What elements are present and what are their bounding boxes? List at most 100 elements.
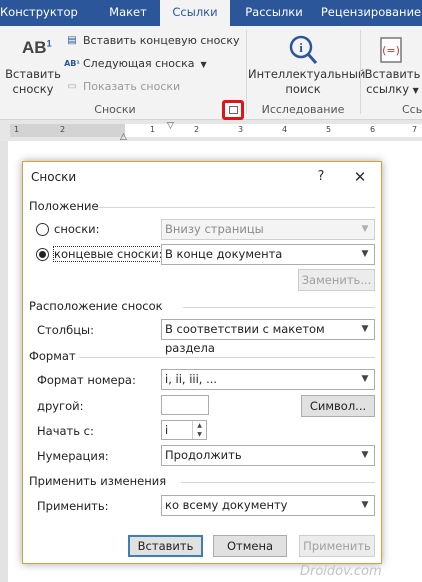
- chevron-down-icon: ▼: [361, 324, 369, 334]
- custom-mark-label: другой:: [37, 399, 84, 413]
- footnotes-dialog: Сноски ? ✕ Положение сноски: Внизу стран…: [22, 161, 382, 564]
- chevron-down-icon: ▼: [361, 500, 369, 510]
- columns-label: Столбцы:: [37, 323, 94, 337]
- footnote-icon: AB1: [22, 38, 52, 57]
- watermark: Droidov.com: [300, 564, 382, 579]
- smart-lookup-button[interactable]: i Интеллектуальный поиск: [248, 30, 366, 100]
- ruler-number: 5: [326, 125, 332, 134]
- insert-footnote-button[interactable]: AB1 Вставить сноску: [4, 30, 62, 100]
- next-footnote-label: Следующая сноска: [83, 57, 195, 70]
- ruler-number: 7: [412, 125, 418, 134]
- start-at-value: i: [165, 423, 169, 437]
- section-apply-changes: Применить изменения: [29, 474, 167, 488]
- smart-lookup-label-1: Интеллектуальный: [248, 67, 366, 81]
- section-footnote-layout: Расположение сносок: [29, 299, 163, 313]
- numbering-label: Нумерация:: [37, 449, 109, 463]
- insert-endnote-icon: ▤: [67, 35, 77, 46]
- insert-citation-button[interactable]: (=) Вставить ссылку ▼: [363, 30, 422, 100]
- show-notes-button[interactable]: ▭ Показать сноски: [64, 78, 180, 96]
- section-divider: [79, 357, 375, 358]
- cancel-button[interactable]: Отмена: [213, 535, 287, 557]
- insert-footnote-label-2: сноску: [12, 82, 54, 96]
- footnotes-location-value: Внизу страницы: [165, 222, 264, 236]
- number-format-value: i, ii, iii, ...: [165, 372, 218, 386]
- custom-mark-input[interactable]: [161, 395, 209, 415]
- insert-citation-label-2: ссылку ▼: [366, 82, 419, 96]
- show-notes-label: Показать сноски: [83, 80, 181, 93]
- group-separator: [360, 30, 361, 114]
- group-label-research: Исследование: [261, 103, 345, 116]
- endnotes-radio[interactable]: [36, 248, 49, 261]
- number-format-select[interactable]: i, ii, iii, ... ▼: [161, 369, 375, 390]
- insert-footnote-label-1: Вставить: [5, 67, 61, 81]
- footnotes-dialog-launcher[interactable]: [222, 100, 244, 120]
- footnotes-radio[interactable]: [36, 223, 49, 236]
- insert-endnote-label: Вставить концевую сноску: [83, 34, 240, 47]
- close-button[interactable]: ✕: [347, 164, 373, 190]
- ribbon-tab-bar: Конструктор Макет Ссылки Рассылки Реценз…: [0, 0, 422, 26]
- chevron-down-icon: ▼: [361, 374, 369, 384]
- ruler-margin: [10, 124, 125, 137]
- indent-marker-icon[interactable]: ▽: [167, 121, 174, 131]
- chevron-down-icon: ▼: [361, 249, 369, 259]
- section-position: Положение: [29, 199, 99, 213]
- horizontal-ruler[interactable]: 1 2 1 2 3 4 5 6 7 ▽ △: [0, 121, 422, 142]
- footnotes-label: сноски:: [54, 222, 100, 236]
- tab-review[interactable]: Рецензирование: [320, 0, 422, 26]
- apply-to-value: ко всему документу: [165, 498, 288, 512]
- insert-citation-icon: (=): [380, 37, 402, 63]
- symbol-button[interactable]: Символ...: [301, 395, 375, 417]
- section-divider: [93, 207, 375, 208]
- insert-button[interactable]: Вставить: [128, 535, 203, 557]
- insert-endnote-button[interactable]: ▤ Вставить концевую сноску: [64, 32, 240, 50]
- chevron-down-icon: ▼: [412, 86, 419, 95]
- chevron-down-icon: ▼: [361, 450, 369, 460]
- group-separator: [246, 30, 247, 114]
- show-notes-icon: ▭: [67, 81, 77, 92]
- spin-up-icon[interactable]: ▲: [193, 421, 206, 430]
- svg-text:(=): (=): [382, 44, 400, 57]
- apply-button[interactable]: Применить: [299, 535, 375, 557]
- ruler-number: 4: [282, 125, 288, 134]
- ruler-number: 3: [238, 125, 244, 134]
- section-divider: [181, 482, 375, 483]
- ruler-number: 1: [150, 125, 156, 134]
- help-button[interactable]: ?: [309, 164, 333, 190]
- next-footnote-button[interactable]: AB¹ Следующая сноска ▼: [64, 55, 207, 73]
- endnotes-location-select[interactable]: В конце документа ▼: [161, 244, 375, 265]
- start-at-label: Начать с:: [37, 424, 94, 438]
- tab-layout[interactable]: Макет: [100, 0, 156, 26]
- ruler-number: 1: [14, 125, 20, 134]
- number-format-label: Формат номера:: [37, 373, 136, 387]
- tab-mailings[interactable]: Рассылки: [238, 0, 310, 26]
- columns-select[interactable]: В соответствии с макетом раздела ▼: [161, 319, 375, 355]
- convert-button[interactable]: Заменить...: [298, 269, 375, 291]
- svg-text:i: i: [299, 40, 303, 55]
- numbering-select[interactable]: Продолжить ▼: [161, 445, 375, 466]
- insert-citation-label-1: Вставить: [364, 67, 421, 81]
- section-format: Формат: [29, 349, 76, 363]
- ruler-number: 6: [370, 125, 376, 134]
- smart-lookup-label-2: поиск: [285, 82, 321, 96]
- start-at-spinner[interactable]: ▲ ▼: [192, 421, 206, 439]
- next-footnote-icon: AB¹: [64, 59, 80, 68]
- launcher-icon: [229, 106, 238, 114]
- section-divider: [183, 307, 375, 308]
- spin-down-icon[interactable]: ▼: [193, 430, 206, 439]
- group-label-footnotes: Сноски: [94, 103, 136, 116]
- tab-design[interactable]: Конструктор: [0, 0, 78, 26]
- ribbon: AB1 Вставить сноску ▤ Вставить концевую с…: [0, 26, 422, 120]
- chevron-down-icon: ▼: [200, 60, 207, 69]
- chevron-down-icon: ▼: [361, 224, 369, 234]
- ruler-number: 2: [60, 125, 66, 134]
- numbering-value: Продолжить: [165, 448, 242, 462]
- columns-value: В соответствии с макетом раздела: [165, 322, 325, 355]
- tab-references[interactable]: Ссылки: [160, 0, 230, 26]
- footnotes-location-select[interactable]: Внизу страницы ▼: [161, 219, 375, 240]
- apply-to-select[interactable]: ко всему документу ▼: [161, 495, 375, 516]
- ruler-number: 2: [194, 125, 200, 134]
- start-at-input[interactable]: i ▲ ▼: [161, 420, 207, 440]
- endnotes-label: концевые сноски:: [53, 246, 164, 262]
- dialog-title: Сноски: [31, 170, 77, 184]
- smart-lookup-icon: i: [289, 35, 318, 64]
